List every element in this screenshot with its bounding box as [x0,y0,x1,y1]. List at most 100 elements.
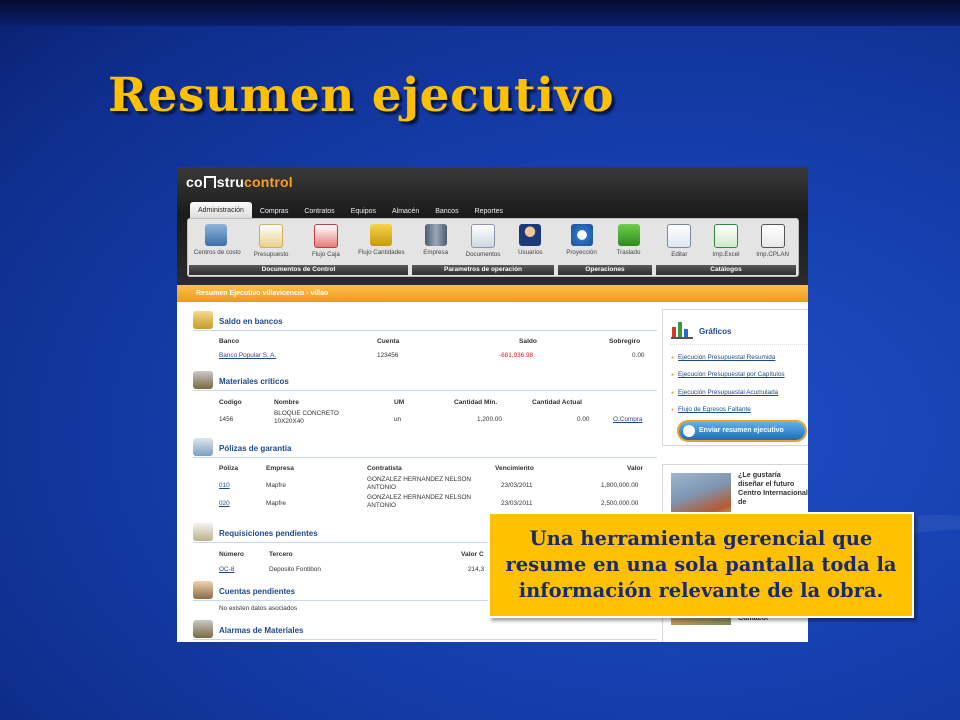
enviar-resumen-button[interactable]: Enviar resumen ejecutivo [679,422,805,440]
centros-costo-button[interactable]: Centros de costo [194,224,241,258]
column-header: Tercero [269,551,293,558]
imp-excel-button[interactable]: Imp.Excel [703,224,748,258]
table-cell: GONZALEZ HERNANDEZ NELSON ANTONIO [367,476,472,491]
main-tabs: Administración Compras Contratos Equipos… [190,202,511,219]
column-header: Codigo [219,399,242,406]
tab-contratos[interactable]: Contratos [296,205,342,219]
table-cell: Mapfre [266,500,286,507]
column-header: Cuenta [377,338,400,345]
bank-link[interactable]: Banco Popular S. A. [219,352,276,360]
traslado-button[interactable]: Traslado [606,224,651,256]
table-cell: 123456 [377,352,399,359]
group-label-catalogos: Catálogos [656,265,796,275]
group-catalogos: Editar Imp.Excel Imp.CPLAN Catálogos [656,220,796,275]
empresa-button[interactable]: Empresa [413,224,458,258]
poliza-link[interactable]: 010 [219,482,230,490]
section-saldo: Saldo en bancos [193,311,657,331]
link-ejecucion-acumulada[interactable]: Ejecución Presupuestal Acumulada [671,389,778,396]
flujo-caja-button[interactable]: Flujo Caja [303,224,348,258]
group-label-parametros: Parametros de operación [412,265,554,275]
proyeccion-button[interactable]: Proyección [559,224,604,256]
tab-equipos[interactable]: Equipos [343,205,384,219]
table-cell: 1,800,000.00 [601,482,639,489]
documents-icon [470,224,495,248]
cplan-icon [760,224,785,248]
section-title: Saldo en bancos [219,317,283,326]
tab-administracion[interactable]: Administración [190,202,252,219]
page-header-bar: Resumen Ejecutivo villavicencio - villao [177,285,808,302]
table-cell: 214,3 [468,566,484,573]
ad-text[interactable]: ¿Le gustaría diseñar el futuro Centro In… [738,470,808,506]
link-ejecucion-capitulos[interactable]: Ejecución Presupuestal por Capítulos [671,371,785,378]
poliza-link[interactable]: 020 [219,500,230,508]
table-cell: GONZALEZ HERNANDEZ NELSON ANTONIO [367,494,472,509]
tab-bancos[interactable]: Bancos [427,205,466,219]
table-cell: un [394,416,402,423]
table-cell: 1456 [219,416,234,423]
ribbon-toolbar: Centros de costo Presupuesto Flujo Caja … [187,218,799,277]
link-flujo-egresos[interactable]: Flujo de Egresos Faltante [671,406,751,413]
calendar-icon [313,224,338,248]
tab-compras[interactable]: Compras [252,205,296,219]
tab-reportes[interactable]: Reportes [467,205,511,219]
excel-icon [713,224,738,248]
section-title: Alarmas de Materiales [219,626,304,635]
group-label-operaciones: Operaciones [558,265,652,275]
money-icon [193,311,213,329]
section-alarmas: Alarmas de Materiales [193,620,657,640]
divider [671,344,808,345]
column-header: Saldo [519,338,537,345]
column-header: Nombre [274,399,299,406]
table-cell: Deposito Fontibon [269,566,321,573]
orden-compra-link[interactable]: O.Compra [613,416,642,424]
column-header: Banco [219,338,240,345]
section-title: Cuentas pendientes [219,587,296,596]
table-cell: 23/03/2011 [501,500,533,507]
document-icon [259,224,284,248]
table-cell: 2,500,000.00 [601,500,639,507]
group-parametros: Empresa Documentos Usuarios Parametros d… [412,220,554,275]
hand-money-icon [193,581,213,599]
clipboard-icon [193,523,213,541]
section-polizas: Pólizas de garantía [193,438,657,458]
section-title: Materiales críticos [219,377,289,386]
imp-cplan-button[interactable]: Imp.CPLAN [750,224,795,258]
table-cell: 1,200.00 [477,416,502,423]
graficos-title: Gráficos [699,327,732,336]
group-documentos: Centros de costo Presupuesto Flujo Caja … [189,220,408,275]
table-cell: Mapfre [266,482,286,489]
callout-box: Una herramienta gerencial que resume en … [488,512,914,618]
section-materiales: Materiales críticos [193,371,657,391]
truck-icon [369,224,392,246]
requisicion-link[interactable]: OC-8 [219,566,234,574]
column-header: Empresa [266,465,294,472]
empty-message: No existen datos asociados [219,605,298,612]
send-icon [683,425,695,437]
projection-icon [570,224,593,246]
flujo-cantidades-button[interactable]: Flujo Cantidades [358,224,405,258]
wheelbarrow-icon [193,371,213,389]
office-building-icon [424,224,447,246]
column-header: Contratista [367,465,402,472]
table-cell: 23/03/2011 [501,482,533,489]
building-icon [205,224,228,246]
table-cell: 0.00 [577,416,590,423]
column-header: Cantidad Actual [532,399,582,406]
usuarios-button[interactable]: Usuarios [508,224,553,258]
table-cell: -681,936.98 [499,352,534,359]
app-logo[interactable]: co strucontrol [186,174,293,190]
slide-top-band [0,0,960,26]
table-cell: 0.00 [632,352,645,359]
table-cell: BLOQUE CONCRETO 10X20X40 [274,410,339,425]
send-button-label: Enviar resumen ejecutivo [699,427,784,434]
graficos-panel: Gráficos Ejecución Presupuestal Resumida… [662,309,808,446]
tab-almacen[interactable]: Almacén [384,205,427,219]
column-header: Vencimiento [495,465,534,472]
editar-button[interactable]: Editar [657,224,702,258]
column-header: UM [394,399,405,406]
documentos-button[interactable]: Documentos [460,224,505,258]
link-ejecucion-resumida[interactable]: Ejecución Presupuestal Resumida [671,354,775,361]
presupuesto-button[interactable]: Presupuesto [249,224,294,258]
chart-icon [671,319,693,339]
column-header: Valor [627,465,644,472]
